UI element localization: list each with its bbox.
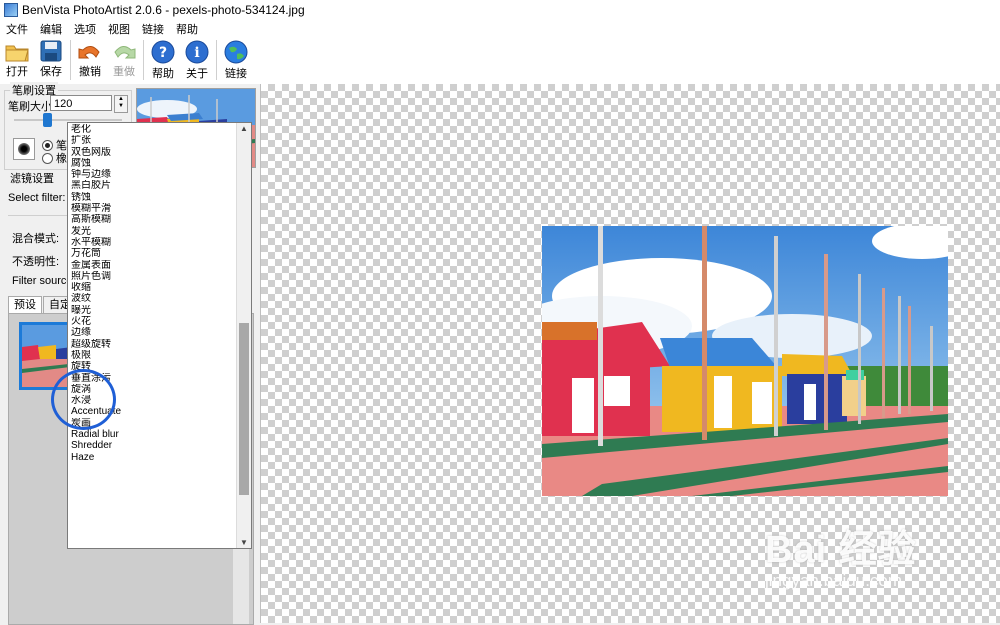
save-label: 保存 <box>40 66 62 78</box>
save-button[interactable]: 保存 <box>34 36 68 82</box>
list-item[interactable]: Haze <box>69 452 237 463</box>
open-button[interactable]: 打开 <box>0 36 34 82</box>
brush-size-slider-handle[interactable] <box>43 113 52 127</box>
folder-icon <box>5 45 29 62</box>
scroll-up-icon[interactable]: ▲ <box>240 124 248 133</box>
floppy-disk-icon <box>40 40 62 62</box>
list-item[interactable]: 扩张 <box>69 135 237 146</box>
toolbar-separator <box>216 40 217 80</box>
list-item[interactable]: 腐蚀 <box>69 158 237 169</box>
app-icon <box>4 3 18 17</box>
redo-label: 重做 <box>113 66 135 78</box>
list-item[interactable]: 双色网版 <box>69 147 237 158</box>
divider <box>8 215 68 216</box>
list-item[interactable]: Shredder <box>69 440 237 451</box>
about-label: 关于 <box>186 68 208 80</box>
help-label: 帮助 <box>152 68 174 80</box>
filter-dropdown-list: 老化 扩张 双色网版 腐蚀 钟与边缘 黑白胶片 锈蚀 模糊平滑 高斯模糊 发光 … <box>67 122 252 549</box>
help-question-icon: ? <box>151 40 175 64</box>
menu-file[interactable]: 文件 <box>0 20 34 36</box>
beach-houses-photo <box>542 226 948 496</box>
list-item[interactable]: 万花筒 <box>69 248 237 259</box>
window-title: BenVista PhotoArtist 2.0.6 - pexels-phot… <box>22 3 305 17</box>
menu-view[interactable]: 视图 <box>102 20 136 36</box>
undo-button[interactable]: 撤销 <box>73 36 107 82</box>
dropdown-scroll-thumb[interactable] <box>239 323 249 495</box>
list-item[interactable]: 模糊平滑 <box>69 203 237 214</box>
toolbar-separator <box>143 40 144 80</box>
list-item[interactable]: 水平模糊 <box>69 237 237 248</box>
soft-brush-icon <box>18 143 30 155</box>
list-item[interactable]: 极限 <box>69 350 237 361</box>
list-item[interactable]: 波纹 <box>69 293 237 304</box>
list-item[interactable]: 金属表面 <box>69 260 237 271</box>
brush-size-slider-track[interactable] <box>14 119 122 121</box>
menu-bar: 文件 编辑 选项 视图 链接 帮助 <box>0 20 1000 36</box>
list-item[interactable]: 老化 <box>69 124 237 135</box>
photo-preview[interactable] <box>542 226 948 496</box>
list-item[interactable]: 照片色调 <box>69 271 237 282</box>
select-filter-label: Select filter: <box>8 192 66 204</box>
toolbar: 打开 保存 撤销 重做 ? 帮助 i 关于 链接 <box>0 36 1000 85</box>
list-item[interactable]: 高斯模糊 <box>69 214 237 225</box>
list-item[interactable]: 锈蚀 <box>69 192 237 203</box>
undo-label: 撤销 <box>79 66 101 78</box>
brush-size-input[interactable]: 120 <box>50 95 112 111</box>
watermark-main: Bai 经验 <box>765 529 917 571</box>
brush-size-label: 笔刷大小: <box>8 101 56 113</box>
list-item[interactable]: 超级旋转 <box>69 339 237 350</box>
help-button[interactable]: ? 帮助 <box>146 36 180 82</box>
blend-mode-label: 混合模式: <box>12 233 60 245</box>
open-label: 打开 <box>6 66 28 78</box>
list-item[interactable]: 曝光 <box>69 305 237 316</box>
link-button[interactable]: 链接 <box>219 36 253 82</box>
title-bar: BenVista PhotoArtist 2.0.6 - pexels-phot… <box>0 0 1000 21</box>
radio-button[interactable] <box>42 152 53 164</box>
tab-presets[interactable]: 预设 <box>8 296 42 313</box>
watermark-url: jingyan.baidu.com <box>765 571 903 590</box>
highlight-circle-annotation <box>51 369 116 430</box>
svg-text:?: ? <box>159 45 167 61</box>
stepper-up-icon[interactable]: ▲ <box>115 96 127 103</box>
filter-settings-title: 滤镜设置 <box>10 173 54 185</box>
menu-link[interactable]: 链接 <box>136 20 170 36</box>
brush-preview <box>13 138 35 160</box>
link-label: 链接 <box>225 68 247 80</box>
list-item[interactable]: 边缘 <box>69 327 237 338</box>
list-item[interactable]: 黑白胶片 <box>69 180 237 191</box>
svg-text:i: i <box>194 45 199 61</box>
redo-button[interactable]: 重做 <box>107 36 141 82</box>
undo-arrow-icon <box>78 46 100 59</box>
list-item[interactable]: 钟与边缘 <box>69 169 237 180</box>
globe-icon <box>224 40 248 64</box>
opacity-label: 不透明性: <box>12 256 60 268</box>
info-icon: i <box>185 40 209 64</box>
dropdown-scrollbar[interactable]: ▲ ▼ <box>236 123 251 548</box>
list-item[interactable]: 发光 <box>69 226 237 237</box>
brush-size-stepper[interactable]: ▲ ▼ <box>114 95 128 113</box>
scroll-down-icon[interactable]: ▼ <box>240 538 248 547</box>
menu-edit[interactable]: 编辑 <box>34 20 68 36</box>
baidu-watermark: Bai 经验 jingyan.baidu.com <box>765 518 917 591</box>
menu-help[interactable]: 帮助 <box>170 20 204 36</box>
list-item[interactable]: Radial blur <box>69 429 237 440</box>
radio-button[interactable] <box>42 139 53 151</box>
about-button[interactable]: i 关于 <box>180 36 214 82</box>
redo-arrow-icon <box>114 46 136 59</box>
list-item[interactable]: 收缩 <box>69 282 237 293</box>
list-item[interactable]: 火花 <box>69 316 237 327</box>
menu-options[interactable]: 选项 <box>68 20 102 36</box>
toolbar-separator <box>70 40 71 80</box>
stepper-down-icon[interactable]: ▼ <box>115 103 127 110</box>
